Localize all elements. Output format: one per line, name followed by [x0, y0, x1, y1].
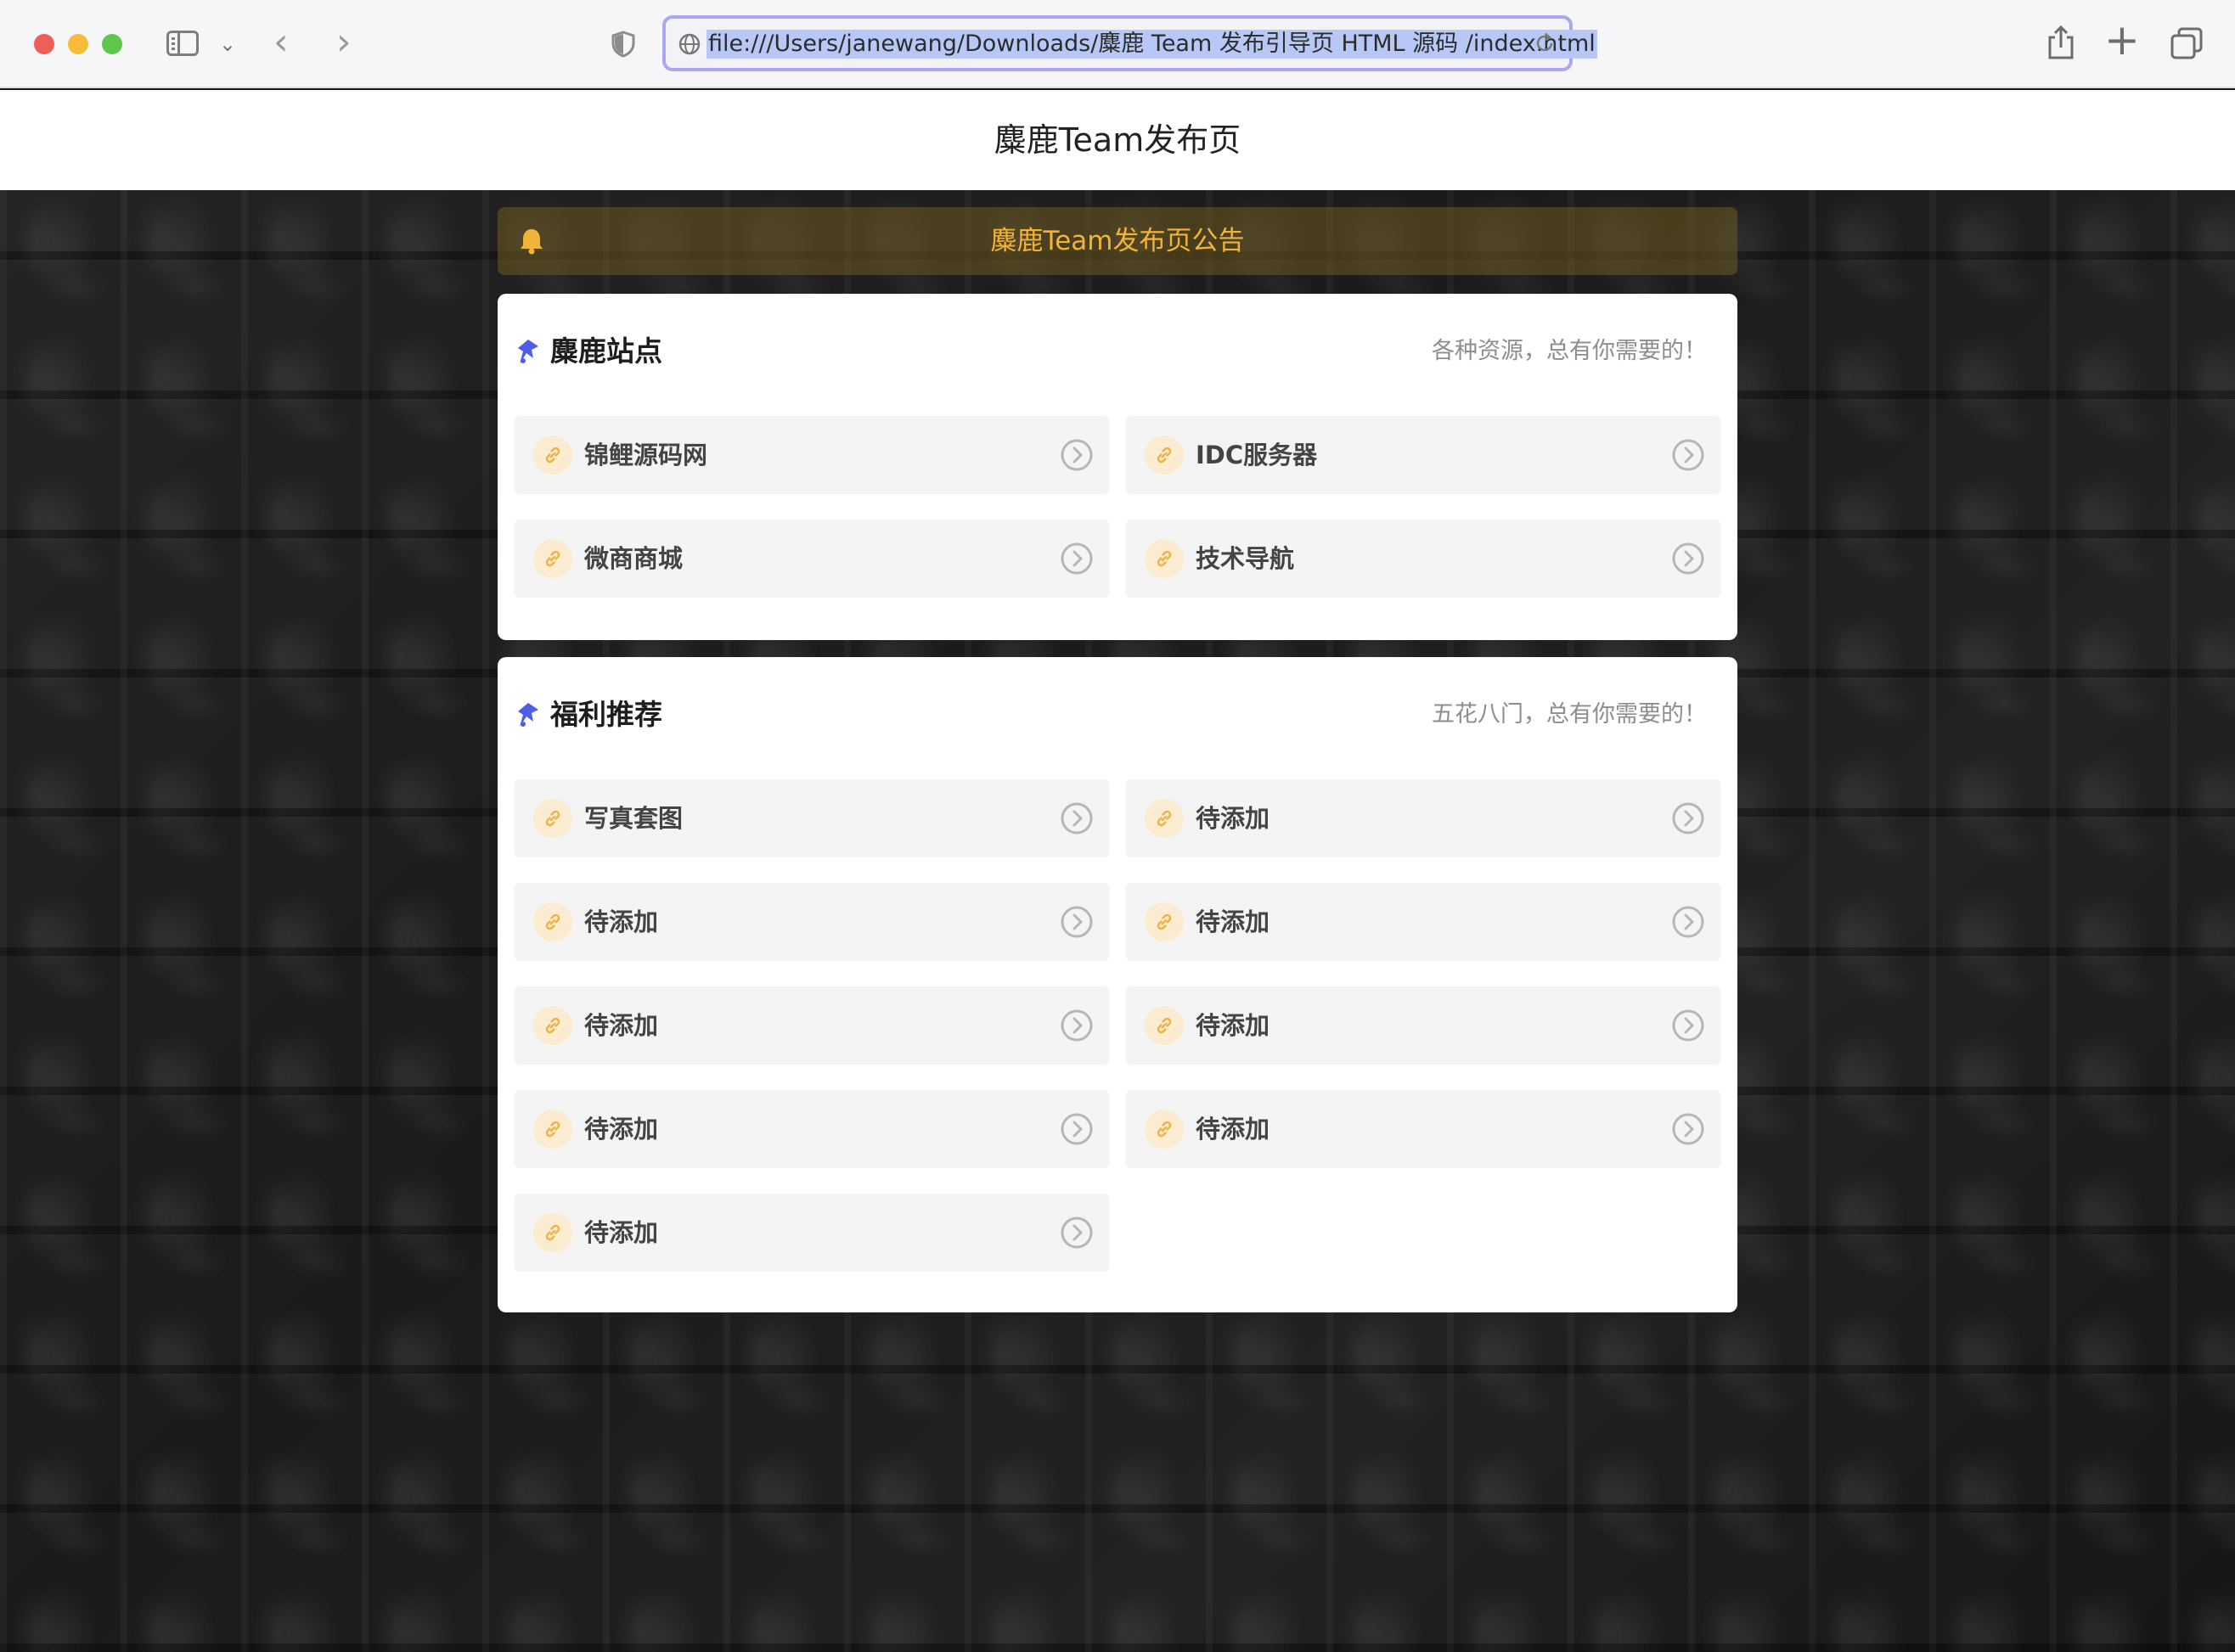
- link-icon: [1145, 1006, 1184, 1045]
- link-item[interactable]: 技术导航: [1126, 520, 1720, 598]
- link-label: 锦鲤源码网: [584, 441, 708, 469]
- globe-icon: [678, 33, 701, 55]
- notice-text: 麋鹿Team发布页公告: [990, 226, 1245, 256]
- section-sites: 麋鹿站点 各种资源，总有你需要的！ 锦鲤源码网 IDC服务器 微商商城 技术导航: [498, 294, 1737, 640]
- section-subtitle: 五花八门，总有你需要的！: [1432, 701, 1707, 728]
- chevron-right-circle-icon: [1061, 439, 1093, 471]
- link-icon: [533, 902, 572, 941]
- link-icon: [1145, 902, 1184, 941]
- chevron-right-circle-icon: [1061, 802, 1093, 834]
- chevron-right-circle-icon: [1061, 1217, 1093, 1249]
- link-label: 待添加: [1196, 804, 1270, 833]
- link-icon: [533, 1006, 572, 1045]
- link-icon: [533, 1213, 572, 1252]
- notice-bar[interactable]: 麋鹿Team发布页公告: [498, 207, 1737, 275]
- link-item[interactable]: IDC服务器: [1126, 416, 1720, 494]
- link-icon: [533, 539, 572, 578]
- minimize-window-button[interactable]: [68, 34, 88, 54]
- link-item[interactable]: 待添加: [1126, 986, 1720, 1065]
- link-icon: [533, 799, 572, 838]
- url-text[interactable]: file:///Users/janewang/Downloads/麋鹿 Team…: [707, 30, 1597, 59]
- chevron-right-circle-icon: [1061, 542, 1093, 575]
- link-label: IDC服务器: [1196, 441, 1318, 469]
- privacy-shield-icon[interactable]: [611, 31, 635, 58]
- link-icon: [1145, 799, 1184, 838]
- forward-button[interactable]: ›: [336, 20, 352, 64]
- link-label: 待添加: [1196, 1011, 1270, 1040]
- link-item[interactable]: 待添加: [515, 1090, 1109, 1168]
- section-title: 麋鹿站点: [550, 334, 662, 368]
- tab-overview-icon[interactable]: [2170, 27, 2203, 59]
- link-label: 技术导航: [1196, 544, 1295, 573]
- link-icon: [1145, 539, 1184, 578]
- link-label: 待添加: [584, 907, 659, 936]
- sidebar-toggle-icon[interactable]: [166, 31, 199, 56]
- back-button[interactable]: ‹: [273, 20, 289, 64]
- chevron-right-circle-icon: [1672, 1113, 1704, 1145]
- chevron-right-circle-icon: [1672, 906, 1704, 938]
- link-item[interactable]: 待添加: [1126, 883, 1720, 961]
- chevron-right-circle-icon: [1061, 1009, 1093, 1042]
- link-item[interactable]: 待添加: [1126, 1090, 1720, 1168]
- link-item[interactable]: 待添加: [1126, 779, 1720, 857]
- link-label: 待添加: [584, 1115, 659, 1143]
- new-tab-icon[interactable]: +: [2104, 19, 2140, 61]
- section-subtitle: 各种资源，总有你需要的！: [1432, 338, 1707, 364]
- chevron-right-circle-icon: [1672, 439, 1704, 471]
- pin-icon: [518, 340, 538, 363]
- link-icon: [1145, 435, 1184, 475]
- link-icon: [533, 1110, 572, 1149]
- section-title: 福利推荐: [550, 698, 662, 731]
- section-header: 福利推荐 五花八门，总有你需要的！: [498, 657, 1737, 776]
- share-icon[interactable]: [2046, 24, 2075, 61]
- chevron-down-icon[interactable]: ⌄: [219, 32, 236, 56]
- link-item[interactable]: 微商商城: [515, 520, 1109, 598]
- link-label: 待添加: [584, 1011, 659, 1040]
- link-item[interactable]: 写真套图: [515, 779, 1109, 857]
- chevron-right-circle-icon: [1061, 906, 1093, 938]
- link-item[interactable]: 待添加: [515, 1194, 1109, 1272]
- chevron-right-circle-icon: [1672, 802, 1704, 834]
- link-label: 待添加: [1196, 907, 1270, 936]
- close-window-button[interactable]: [34, 34, 54, 54]
- zoom-window-button[interactable]: [102, 34, 122, 54]
- link-item[interactable]: 待添加: [515, 883, 1109, 961]
- page-title: 麋鹿Team发布页: [0, 90, 2235, 190]
- section-header: 麋鹿站点 各种资源，总有你需要的！: [498, 294, 1737, 413]
- link-label: 写真套图: [584, 804, 684, 833]
- link-item[interactable]: 待添加: [515, 986, 1109, 1065]
- section-welfare: 福利推荐 五花八门，总有你需要的！ 写真套图 待添加 待添加 待添加 待添加 待…: [498, 657, 1737, 1312]
- link-label: 待添加: [584, 1218, 659, 1247]
- chevron-right-circle-icon: [1672, 542, 1704, 575]
- link-item[interactable]: 锦鲤源码网: [515, 416, 1109, 494]
- link-icon: [533, 435, 572, 475]
- pin-icon: [518, 703, 538, 727]
- link-label: 微商商城: [584, 544, 684, 573]
- address-bar[interactable]: file:///Users/janewang/Downloads/麋鹿 Team…: [662, 15, 1597, 71]
- chevron-right-circle-icon: [1061, 1113, 1093, 1145]
- reload-icon[interactable]: [1532, 31, 1557, 56]
- link-label: 待添加: [1196, 1115, 1270, 1143]
- browser-toolbar: ⌄ ‹ › file:///Users/janewang/Downloads/麋…: [0, 0, 2235, 88]
- chevron-right-circle-icon: [1672, 1009, 1704, 1042]
- link-icon: [1145, 1110, 1184, 1149]
